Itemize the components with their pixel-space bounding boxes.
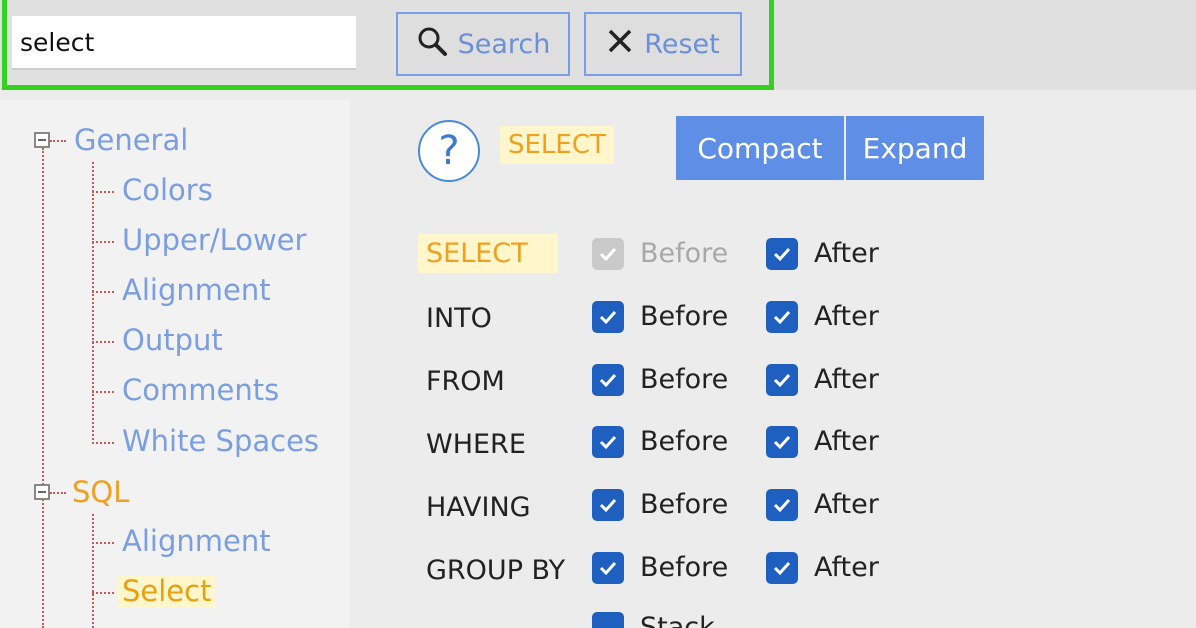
select-before-label: Before [640, 238, 729, 269]
group-by-after-label: After [814, 552, 879, 583]
tree-connector [92, 592, 114, 594]
check-icon [773, 310, 791, 325]
having-before-checkbox[interactable] [592, 489, 624, 521]
where-after-label: After [814, 426, 879, 457]
tree-connector [92, 542, 114, 544]
check-icon [599, 435, 617, 450]
check-icon [773, 373, 791, 388]
tree-connector [92, 391, 114, 393]
tree-node-general[interactable]: General [74, 126, 188, 155]
tree-connector [50, 492, 66, 494]
check-icon [773, 561, 791, 576]
row-label-group-by: GROUP BY [426, 555, 566, 586]
where-before-checkbox[interactable] [592, 426, 624, 458]
having-after-label: After [814, 489, 879, 520]
tree-connector [92, 291, 114, 293]
group-by-after-checkbox[interactable] [766, 552, 798, 584]
tree-connector [92, 191, 114, 193]
having-before-label: Before [640, 489, 729, 520]
group-by-before-label: Before [640, 552, 729, 583]
tree-item-alignment[interactable]: Alignment [122, 276, 271, 305]
into-after-checkbox[interactable] [766, 301, 798, 333]
tree-connector [92, 241, 114, 243]
from-after-label: After [814, 364, 879, 395]
check-icon [599, 310, 617, 325]
tree-connector [50, 140, 66, 142]
search-button[interactable]: Search [396, 12, 570, 76]
stack-label: Stack [640, 612, 715, 628]
section-title: SELECT [500, 126, 614, 164]
expand-button[interactable]: Expand [846, 116, 984, 180]
stack-checkbox[interactable] [592, 612, 624, 628]
tree-connector [92, 341, 114, 343]
tree-item-output[interactable]: Output [122, 326, 223, 355]
check-icon [599, 561, 617, 576]
check-icon [773, 498, 791, 513]
row-label-select: SELECT [418, 234, 558, 273]
tree-connector [42, 148, 44, 628]
tree-item-select[interactable]: Select [118, 575, 216, 608]
having-after-checkbox[interactable] [766, 489, 798, 521]
tree-node-sql[interactable]: SQL [72, 478, 129, 507]
tree-item-upper-lower[interactable]: Upper/Lower [122, 226, 306, 255]
into-before-checkbox[interactable] [592, 301, 624, 333]
help-icon[interactable]: ? [418, 120, 480, 182]
reset-button-label: Reset [644, 28, 720, 60]
close-icon [606, 27, 634, 62]
tree-connector [92, 162, 94, 444]
select-after-label: After [814, 238, 879, 269]
into-before-label: Before [640, 301, 729, 332]
check-icon [599, 373, 617, 388]
tree-connector [92, 442, 114, 444]
where-before-label: Before [640, 426, 729, 457]
row-label-from: FROM [426, 366, 505, 397]
search-button-label: Search [457, 28, 551, 60]
magnifier-icon [416, 25, 448, 64]
reset-button[interactable]: Reset [584, 12, 742, 76]
row-label-where: WHERE [426, 429, 526, 460]
where-after-checkbox[interactable] [766, 426, 798, 458]
collapse-icon[interactable] [34, 132, 50, 148]
from-before-checkbox[interactable] [592, 364, 624, 396]
tree-item-comments[interactable]: Comments [122, 376, 279, 405]
row-label-into: INTO [426, 303, 492, 334]
tree-item-colors[interactable]: Colors [122, 176, 213, 205]
from-after-checkbox[interactable] [766, 364, 798, 396]
group-by-before-checkbox[interactable] [592, 552, 624, 584]
tree-connector [92, 514, 94, 628]
collapse-icon[interactable] [34, 484, 50, 500]
check-icon [599, 247, 617, 262]
search-input[interactable] [12, 16, 356, 70]
row-label-having: HAVING [426, 492, 531, 523]
tree-item-white-spaces[interactable]: White Spaces [122, 427, 319, 456]
tree-item-sql-alignment[interactable]: Alignment [122, 527, 271, 556]
check-icon [599, 498, 617, 513]
select-after-checkbox[interactable] [766, 238, 798, 270]
select-before-checkbox [592, 238, 624, 270]
check-icon [773, 247, 791, 262]
check-icon [773, 435, 791, 450]
from-before-label: Before [640, 364, 729, 395]
compact-button[interactable]: Compact [676, 116, 844, 180]
into-after-label: After [814, 301, 879, 332]
